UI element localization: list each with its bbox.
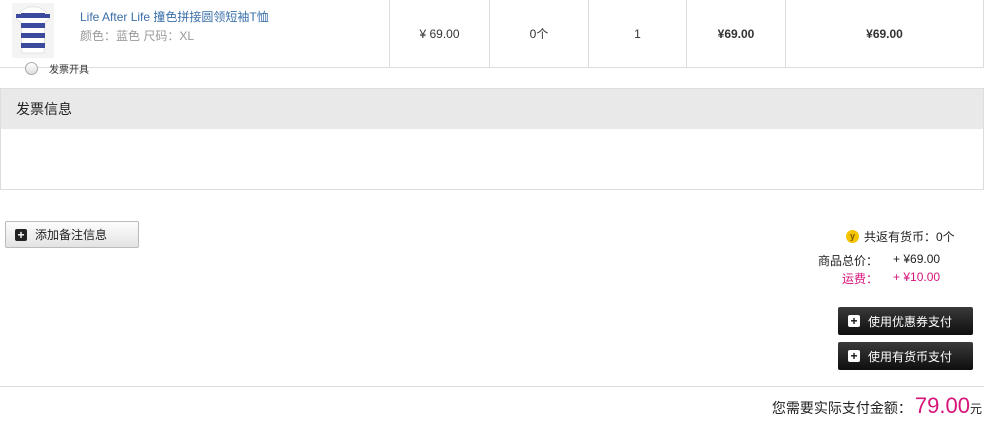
coin-reward: 0个 xyxy=(489,0,588,67)
invoice-title: 发票信息 xyxy=(1,89,983,129)
use-coupon-button[interactable]: + 使用优惠券支付 xyxy=(838,307,973,335)
plus-icon: + xyxy=(15,228,27,241)
product-row: Life After Life 撞色拼接圆领短袖T恤 颜色：蓝色 尺码：XL ¥… xyxy=(0,0,984,68)
payment-label: 您需要实际支付金额： xyxy=(771,400,912,416)
invoice-option-label: 发票开具 xyxy=(49,65,89,76)
add-remark-label: 添加备注信息 xyxy=(35,228,108,242)
quantity: 1 xyxy=(588,0,686,67)
product-thumbnail[interactable] xyxy=(12,3,54,58)
shipping-value: + ¥10.00 xyxy=(893,270,941,284)
use-coupon-label: 使用优惠券支付 xyxy=(868,314,953,329)
product-name-link[interactable]: Life After Life 撞色拼接圆领短袖T恤 xyxy=(80,8,269,25)
payment-amount: 79.00 xyxy=(914,393,970,418)
unit-price: ¥ 69.00 xyxy=(389,0,489,67)
invoice-radio[interactable] xyxy=(25,62,38,75)
order-total: ¥69.00 xyxy=(785,0,984,67)
shipping-label: 运费： xyxy=(841,272,878,286)
coin-back-text: 共返有货币：0个 xyxy=(864,230,955,244)
invoice-option[interactable]: 发票开具 xyxy=(25,61,89,76)
use-coins-label: 使用有货币支付 xyxy=(868,349,953,364)
coin-icon: y xyxy=(846,230,859,243)
use-coins-button[interactable]: + 使用有货币支付 xyxy=(838,342,973,370)
plus-icon: + xyxy=(848,315,860,327)
invoice-section: 发票信息 xyxy=(0,88,984,190)
payment-amount-line: 您需要实际支付金额： 79.00 元 xyxy=(772,393,982,419)
goods-total-label: 商品总价： xyxy=(817,254,878,268)
subtotal: ¥69.00 xyxy=(686,0,785,67)
payment-unit: 元 xyxy=(969,402,982,416)
goods-total-value: + ¥69.00 xyxy=(893,252,941,266)
divider xyxy=(0,386,984,387)
coin-back-info: y 共返有货币：0个 xyxy=(846,228,955,245)
product-attributes: 颜色：蓝色 尺码：XL xyxy=(80,29,195,43)
plus-icon: + xyxy=(848,350,860,362)
add-remark-button[interactable]: + 添加备注信息 xyxy=(5,221,139,248)
